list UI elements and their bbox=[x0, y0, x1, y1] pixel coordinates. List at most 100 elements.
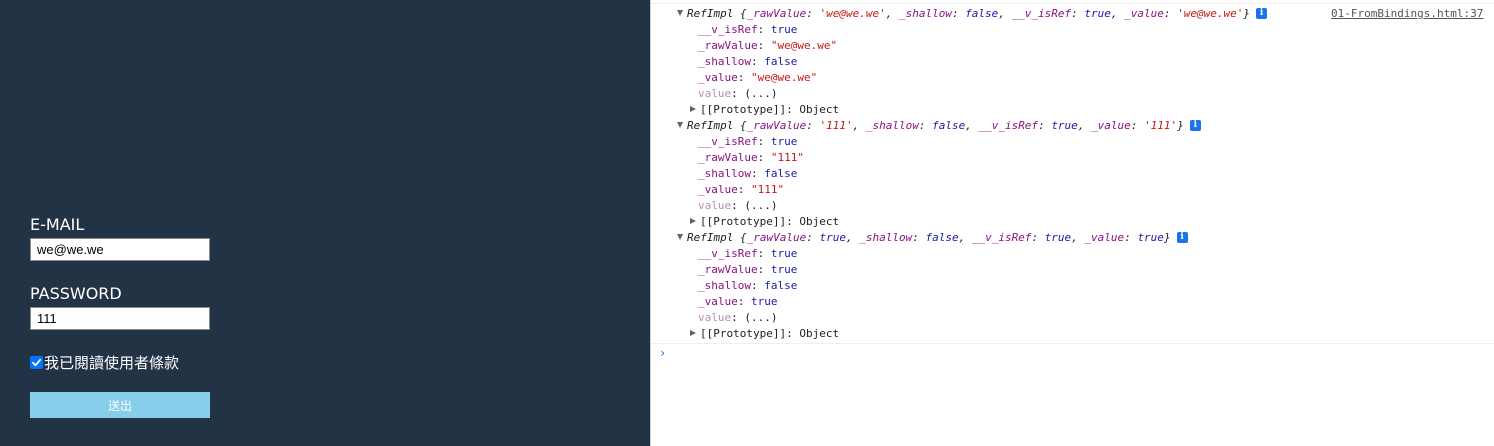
info-icon[interactable]: i bbox=[1176, 231, 1188, 243]
summary-separator: , bbox=[1077, 119, 1092, 132]
property-key: _shallow bbox=[698, 167, 751, 180]
password-input[interactable] bbox=[30, 307, 210, 330]
summary-field-key: _rawValue bbox=[746, 231, 807, 244]
property-key: _value bbox=[698, 71, 738, 84]
email-label: E-MAIL bbox=[30, 215, 85, 234]
object-summary-line[interactable]: RefImpl {_rawValue: '111', _shallow: fal… bbox=[677, 118, 1201, 134]
object-prototype-line[interactable]: [[Prototype]]: Object bbox=[690, 326, 839, 342]
object-prototype-line[interactable]: [[Prototype]]: Object bbox=[690, 102, 839, 118]
object-property: _shallow: false bbox=[698, 278, 797, 294]
prototype-key: [[Prototype]] bbox=[700, 327, 787, 340]
property-colon: : bbox=[731, 87, 745, 100]
property-key: _value bbox=[698, 183, 738, 196]
property-value[interactable]: (...) bbox=[744, 199, 777, 212]
summary-field-value: true bbox=[1044, 231, 1072, 244]
summary-colon: : bbox=[951, 7, 966, 20]
property-value: "we@we.we" bbox=[770, 39, 838, 52]
summary-colon: : bbox=[1124, 231, 1138, 244]
collapsed-triangle-icon[interactable] bbox=[690, 218, 696, 224]
property-key: value bbox=[698, 199, 732, 212]
property-colon: : bbox=[757, 151, 771, 164]
console-source-link[interactable]: 01-FromBindings.html:37 bbox=[1331, 6, 1483, 22]
property-colon: : bbox=[750, 279, 765, 292]
property-value[interactable]: (...) bbox=[744, 87, 777, 100]
console-bottom-divider bbox=[651, 343, 1494, 344]
summary-field-value: 'we@we.we' bbox=[1177, 7, 1244, 20]
devtools-console: RefImpl {_rawValue: 'we@we.we', _shallow… bbox=[650, 0, 1494, 446]
summary-field-key: __v_isRef bbox=[978, 119, 1039, 132]
object-brace-open: { bbox=[733, 231, 747, 244]
property-value: true bbox=[751, 295, 778, 308]
property-value: true bbox=[770, 263, 798, 276]
property-value: true bbox=[770, 135, 798, 148]
object-property: value: (...) bbox=[698, 198, 778, 214]
object-property: _value: "we@we.we" bbox=[698, 70, 817, 86]
summary-separator: , bbox=[998, 7, 1012, 20]
summary-separator: , bbox=[1071, 231, 1085, 244]
summary-field-key: _rawValue bbox=[746, 7, 807, 20]
summary-separator: , bbox=[845, 231, 860, 244]
summary-field-key: _shallow bbox=[859, 231, 913, 244]
console-prompt-icon[interactable]: › bbox=[659, 345, 666, 361]
collapsed-triangle-icon[interactable] bbox=[690, 330, 696, 336]
object-brace-close: } bbox=[1177, 119, 1184, 132]
object-summary-line[interactable]: RefImpl {_rawValue: 'we@we.we', _shallow… bbox=[677, 6, 1268, 22]
app-form-pane: E-MAIL PASSWORD 我已閱讀使用者條款 送出 bbox=[0, 0, 650, 446]
summary-field-value: '111' bbox=[819, 119, 853, 132]
prototype-value: Object bbox=[799, 327, 840, 340]
summary-separator: , bbox=[958, 231, 972, 244]
agree-label: 我已閱讀使用者條款 bbox=[44, 353, 180, 372]
expand-triangle-icon[interactable] bbox=[677, 234, 683, 240]
object-property: __v_isRef: true bbox=[698, 22, 797, 38]
summary-field-key: _value bbox=[1084, 231, 1125, 244]
property-value: "we@we.we" bbox=[751, 71, 818, 84]
property-value: false bbox=[764, 167, 798, 180]
summary-field-value: false bbox=[932, 119, 966, 132]
object-property: _value: "111" bbox=[698, 182, 784, 198]
object-property: _shallow: false bbox=[698, 54, 797, 70]
summary-colon: : bbox=[1130, 119, 1145, 132]
expand-triangle-icon[interactable] bbox=[677, 10, 683, 16]
info-icon[interactable]: i bbox=[1256, 7, 1268, 19]
property-value[interactable]: (...) bbox=[744, 311, 777, 324]
property-key: __v_isRef bbox=[698, 247, 758, 260]
object-summary-line[interactable]: RefImpl {_rawValue: true, _shallow: fals… bbox=[677, 230, 1188, 246]
property-value: true bbox=[770, 23, 798, 36]
collapsed-triangle-icon[interactable] bbox=[690, 106, 696, 112]
console-top-divider bbox=[651, 3, 1494, 4]
object-class-name: RefImpl bbox=[687, 119, 734, 132]
property-key: _rawValue bbox=[698, 39, 758, 52]
object-brace-close: } bbox=[1163, 231, 1171, 244]
summary-field-value: 'we@we.we' bbox=[819, 7, 886, 20]
property-value: false bbox=[764, 279, 798, 292]
prototype-key: [[Prototype]] bbox=[700, 215, 787, 228]
property-key: _shallow bbox=[698, 55, 751, 68]
submit-button[interactable]: 送出 bbox=[30, 392, 210, 418]
property-colon: : bbox=[757, 263, 771, 276]
object-prototype-line[interactable]: [[Prototype]]: Object bbox=[690, 214, 839, 230]
summary-colon: : bbox=[918, 119, 933, 132]
object-property: _rawValue: "we@we.we" bbox=[698, 38, 837, 54]
object-brace-open: { bbox=[733, 7, 747, 20]
summary-colon: : bbox=[912, 231, 926, 244]
property-key: __v_isRef bbox=[698, 23, 758, 36]
summary-field-value: true bbox=[819, 231, 846, 244]
info-icon[interactable]: i bbox=[1189, 119, 1201, 131]
prototype-value: Object bbox=[799, 103, 840, 116]
agree-checkbox[interactable] bbox=[30, 355, 43, 369]
summary-colon: : bbox=[1163, 7, 1178, 20]
summary-separator: , bbox=[1110, 7, 1125, 20]
summary-field-key: __v_isRef bbox=[971, 231, 1032, 244]
object-brace-close: } bbox=[1243, 7, 1251, 20]
email-input[interactable] bbox=[30, 238, 210, 261]
property-colon: : bbox=[757, 23, 771, 36]
object-property: value: (...) bbox=[698, 86, 778, 102]
object-brace-open: { bbox=[733, 119, 747, 132]
expand-triangle-icon[interactable] bbox=[677, 122, 683, 128]
property-value: false bbox=[764, 55, 798, 68]
property-key: _rawValue bbox=[698, 151, 758, 164]
summary-field-key: _value bbox=[1124, 7, 1164, 20]
property-value: true bbox=[770, 247, 798, 260]
summary-field-key: __v_isRef bbox=[1011, 7, 1072, 20]
object-class-name: RefImpl bbox=[687, 231, 734, 244]
